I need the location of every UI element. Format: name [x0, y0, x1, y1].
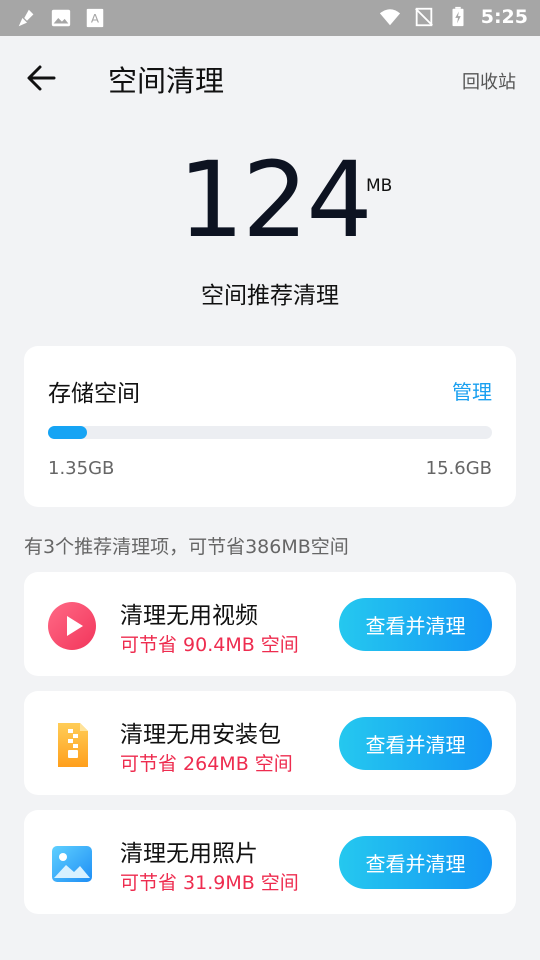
page-title: 空间清理 — [108, 64, 225, 98]
cleanable-amount: 124 — [178, 139, 373, 261]
view-and-clean-button[interactable]: 查看并清理 — [339, 717, 492, 770]
clean-item-photos: 清理无用照片 可节省 31.9MB 空间 查看并清理 — [24, 810, 516, 914]
back-arrow-icon[interactable] — [24, 62, 60, 94]
storage-used: 1.35GB — [48, 458, 115, 479]
item-savings: 可节省 264MB 空间 — [120, 753, 293, 775]
battery-charging-icon — [452, 6, 464, 27]
wifi-icon — [379, 9, 400, 26]
storage-card: 存储空间 管理 1.35GB 15.6GB — [24, 346, 516, 507]
image-icon — [51, 9, 71, 27]
cleanable-subtitle: 空间推荐清理 — [201, 283, 339, 309]
text-icon: A — [86, 8, 104, 28]
svg-text:A: A — [91, 12, 100, 26]
item-title: 清理无用安装包 — [120, 722, 281, 748]
video-play-icon — [48, 602, 96, 650]
clock: 5:25 — [480, 6, 528, 28]
view-and-clean-button[interactable]: 查看并清理 — [339, 836, 492, 889]
recycle-bin-link[interactable]: 回收站 — [462, 68, 516, 94]
clean-item-packages: 清理无用安装包 可节省 264MB 空间 查看并清理 — [24, 691, 516, 795]
item-title: 清理无用照片 — [120, 841, 258, 867]
storage-progress-track — [48, 426, 492, 439]
storage-progress-fill — [48, 426, 87, 439]
zip-package-icon — [58, 723, 88, 767]
storage-total: 15.6GB — [425, 458, 492, 479]
manage-link[interactable]: 管理 — [452, 376, 492, 405]
recommendation-summary: 有3个推荐清理项，可节省386MB空间 — [24, 536, 349, 558]
status-bar: A 5:25 — [0, 0, 540, 36]
view-and-clean-button[interactable]: 查看并清理 — [339, 598, 492, 651]
item-savings: 可节省 31.9MB 空间 — [120, 872, 299, 894]
cleanable-unit: MB — [366, 176, 393, 196]
app-bar: 空间清理 回收站 — [0, 36, 540, 120]
clean-item-videos: 清理无用视频 可节省 90.4MB 空间 查看并清理 — [24, 572, 516, 676]
photo-icon — [52, 846, 92, 882]
storage-label: 存储空间 — [48, 381, 140, 407]
signal-off-icon — [414, 7, 433, 27]
item-savings: 可节省 90.4MB 空间 — [120, 634, 299, 656]
broom-icon — [18, 9, 34, 27]
item-title: 清理无用视频 — [120, 603, 258, 629]
